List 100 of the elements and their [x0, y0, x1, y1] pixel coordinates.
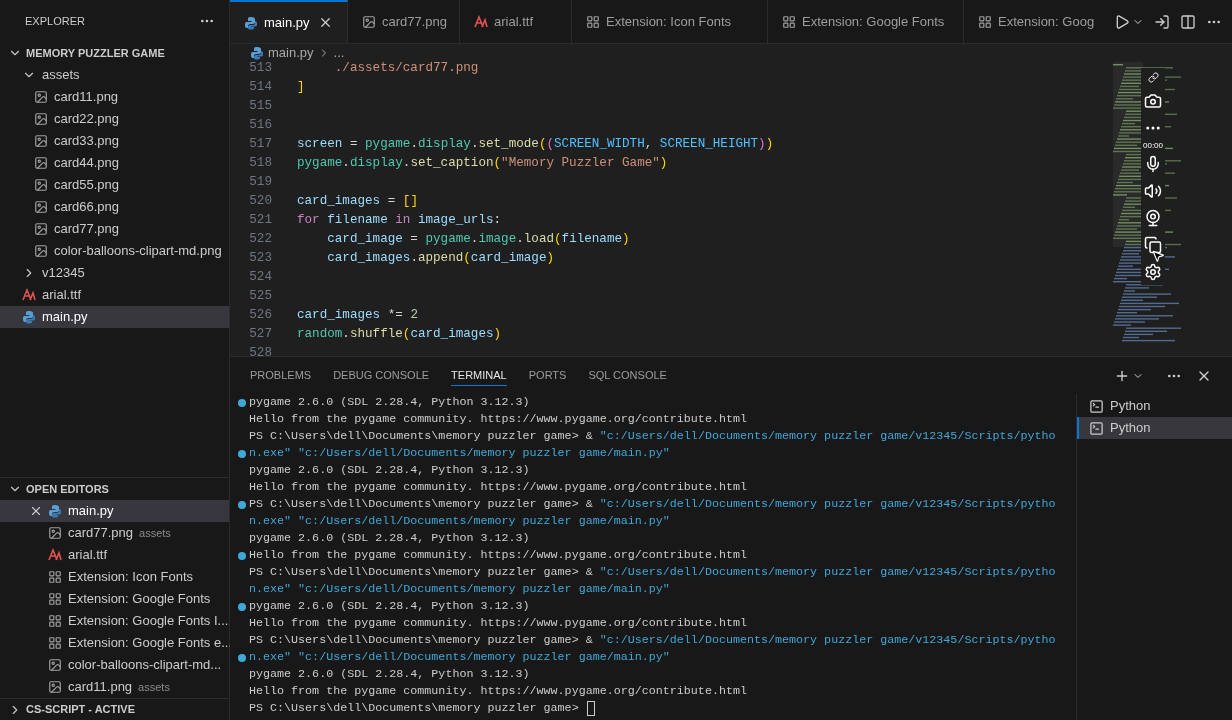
tree-item[interactable]: card22.png: [6, 108, 229, 130]
tree-item[interactable]: arial.ttf: [0, 284, 229, 306]
file-name: arial.ttf: [42, 286, 81, 305]
webcam-icon[interactable]: [1144, 209, 1162, 227]
file-name: card77.png: [54, 220, 120, 239]
line-number: 522: [248, 231, 272, 249]
open-changes-icon[interactable]: [1154, 13, 1170, 30]
code-line: card_images *= 2: [297, 307, 418, 325]
file-name: card77.png: [68, 524, 134, 543]
breadcrumb-item[interactable]: main.py: [268, 43, 314, 63]
open-editor-item[interactable]: card77.png assets: [0, 522, 229, 544]
tree-item[interactable]: assets: [0, 64, 229, 86]
camera-icon[interactable]: [1144, 92, 1162, 110]
tree-item[interactable]: card66.png: [6, 196, 229, 218]
panel-tab[interactable]: TERMINAL: [451, 364, 507, 387]
terminal-line: n.exe" "c:/Users/dell/Documents/memory puzzler game/main.py": [249, 444, 670, 462]
panel-tab[interactable]: PROBLEMS: [250, 364, 312, 387]
terminal-line: Hello from the pygame community. https://www.pygame.org/contribute.html: [249, 410, 747, 428]
extension-icon: [48, 592, 62, 606]
file-name: color-balloons-clipart-md...: [68, 656, 222, 675]
extension-icon: [48, 614, 62, 628]
section-header[interactable]: CS-SCRIPT - ACTIVE: [0, 698, 229, 720]
section-title: CS-SCRIPT - ACTIVE: [26, 702, 135, 718]
editor-tab[interactable]: arial.ttf: [460, 0, 572, 43]
line-number: 526: [248, 307, 272, 325]
extension-icon: [586, 14, 600, 29]
file-name: card55.png: [54, 176, 120, 195]
file-name: color-balloons-clipart-md.png: [54, 242, 222, 261]
terminal-icon: [1089, 420, 1104, 436]
open-editor-item[interactable]: Extension: Google Fonts I...: [0, 610, 229, 632]
line-number: 523: [248, 250, 272, 268]
line-number: 513: [248, 62, 272, 78]
line-number: 528: [248, 345, 272, 356]
tree-item[interactable]: card77.png: [6, 218, 229, 240]
open-editor-item[interactable]: main.py: [0, 500, 229, 522]
editor-tab[interactable]: card77.png: [348, 0, 460, 43]
line-number: 518: [248, 155, 272, 173]
file-name: card11.png: [68, 678, 133, 697]
terminal-line: Hello from the pygame community. https://www.pygame.org/contribute.html: [249, 546, 747, 564]
font-file-icon: [22, 288, 36, 302]
editor-tab[interactable]: Extension: Goog: [964, 0, 1104, 43]
link-icon[interactable]: [1147, 72, 1159, 83]
editor-tab[interactable]: main.py: [230, 0, 348, 43]
editor-tab[interactable]: Extension: Google Fonts: [768, 0, 964, 43]
image-file-icon: [48, 680, 62, 694]
tree-item[interactable]: main.py: [0, 306, 229, 328]
line-number: 525: [248, 288, 272, 306]
tree-item[interactable]: v12345: [0, 262, 229, 284]
image-file-icon: [362, 14, 376, 29]
file-name: card44.png: [54, 154, 120, 173]
file-name: main.py: [42, 308, 88, 327]
windows-icon[interactable]: [1144, 236, 1162, 254]
terminal-list-item[interactable]: Python: [1077, 395, 1232, 417]
terminal-line: PS C:\Users\dell\Documents\memory puzzler game> & "c:/Users/dell/Documents/memory puzzler game/v12345/Scripts/pytho: [249, 631, 1056, 649]
settings-icon[interactable]: [1144, 263, 1162, 281]
open-editor-item[interactable]: Extension: Google Fonts: [0, 588, 229, 610]
timer: 00:00: [1143, 140, 1163, 152]
python-file-icon: [22, 310, 36, 324]
split-editor-icon[interactable]: [1180, 13, 1196, 30]
extension-icon: [48, 636, 62, 650]
tree-item[interactable]: card33.png: [6, 130, 229, 152]
tree-item[interactable]: card55.png: [6, 174, 229, 196]
terminal-list-item[interactable]: Python: [1077, 417, 1232, 439]
line-number: 516: [248, 117, 272, 135]
open-editor-item[interactable]: arial.ttf: [0, 544, 229, 566]
image-file-icon: [34, 200, 48, 214]
terminal-line: pygame 2.6.0 (SDL 2.28.4, Python 3.12.3): [249, 461, 530, 479]
code-line: random.shuffle(card_images): [297, 326, 502, 344]
terminal-line: n.exe" "c:/Users/dell/Documents/memory puzzler game/main.py": [249, 580, 670, 598]
tree-item[interactable]: card44.png: [6, 152, 229, 174]
panel-tab[interactable]: SQL CONSOLE: [588, 364, 667, 387]
section-title: MEMORY PUZZLER GAME: [26, 45, 165, 61]
editor-tab[interactable]: Extension: Icon Fonts: [572, 0, 768, 43]
breadcrumb-item[interactable]: ...: [333, 43, 345, 63]
file-name: Extension: Icon Fonts: [68, 568, 193, 587]
image-file-icon: [48, 658, 62, 672]
open-editor-item[interactable]: Extension: Icon Fonts: [0, 566, 229, 588]
image-file-icon: [34, 156, 48, 170]
microphone-icon[interactable]: [1144, 155, 1162, 173]
panel-tab[interactable]: DEBUG CONSOLE: [333, 364, 430, 387]
open-editor-item[interactable]: color-balloons-clipart-md...: [0, 654, 229, 676]
terminal-line: pygame 2.6.0 (SDL 2.28.4, Python 3.12.3): [249, 597, 530, 615]
section-header[interactable]: OPEN EDITORS: [0, 478, 229, 500]
tree-item[interactable]: color-balloons-clipart-md.png: [6, 240, 229, 262]
code-line: for filename in image_urls:: [297, 212, 502, 230]
image-file-icon: [34, 244, 48, 258]
file-name: card33.png: [54, 132, 120, 151]
code-line: screen = pygame.display.set_mode((SCREEN_WIDTH, SCREEN_HEIGHT)): [297, 136, 774, 154]
close-icon[interactable]: [29, 504, 43, 518]
terminal-line: Hello from the pygame community. https://www.pygame.org/contribute.html: [249, 614, 747, 632]
panel-tab[interactable]: PORTS: [528, 364, 567, 387]
tree-item[interactable]: card11.png: [6, 86, 229, 108]
open-editor-item[interactable]: card11.png assets: [0, 676, 229, 698]
run-icon[interactable]: [1114, 13, 1130, 30]
mouse-cursor-icon: [1151, 249, 1165, 263]
file-name: arial.ttf: [68, 546, 107, 565]
section-header[interactable]: MEMORY PUZZLER GAME: [0, 42, 229, 64]
file-name: card11.png: [54, 88, 119, 107]
speaker-icon[interactable]: [1144, 182, 1162, 200]
close-icon[interactable]: [318, 15, 333, 30]
